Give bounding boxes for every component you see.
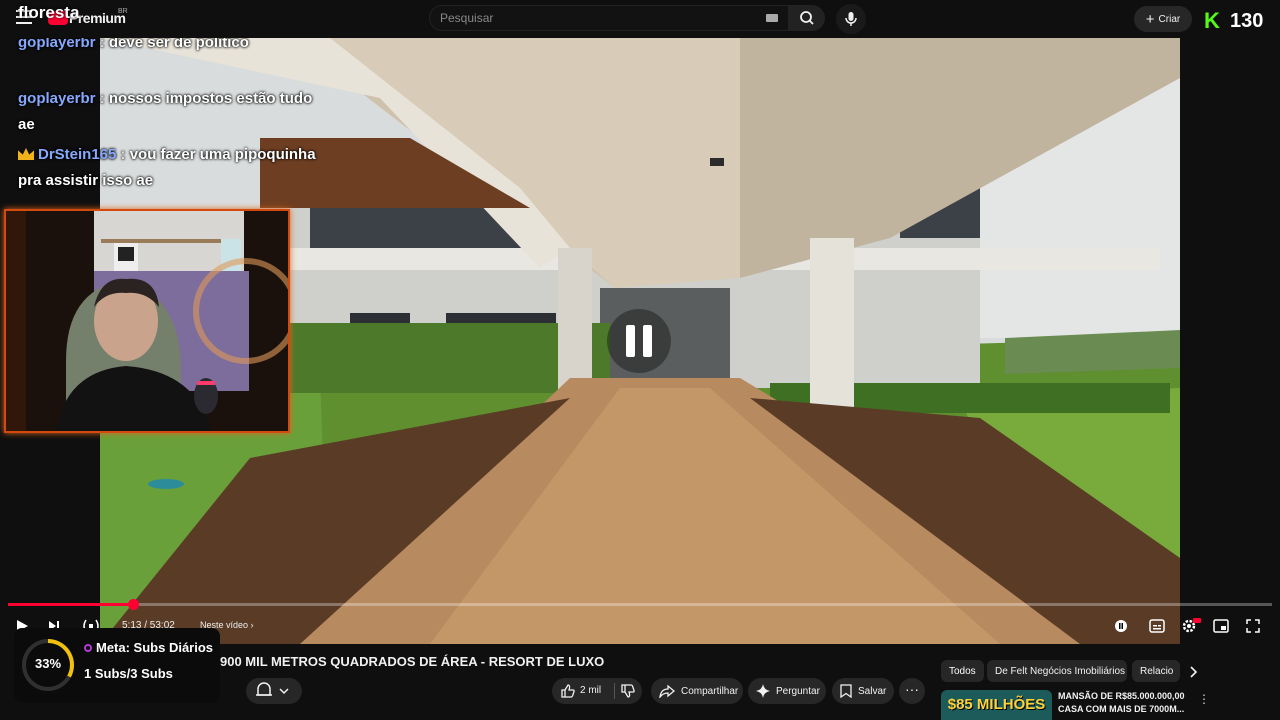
chat-message: DrStein165 : vou fazer uma pipoquinha pr… <box>18 142 318 194</box>
chip-todos[interactable]: Todos <box>941 660 984 682</box>
search-box <box>429 5 789 31</box>
share-icon <box>659 684 675 698</box>
save-label: Salvar <box>858 685 887 697</box>
like-divider <box>614 683 615 699</box>
voice-search-button[interactable] <box>836 4 866 34</box>
goal-progress-text: 1 Subs/3 Subs <box>84 666 173 681</box>
chip-channel[interactable]: De Felt Negócios Imobiliários <box>987 660 1127 682</box>
captions-icon[interactable] <box>1149 619 1165 633</box>
channel-overlay-name: floresta <box>18 3 80 22</box>
ask-button[interactable]: Perguntar <box>748 678 826 704</box>
chat-username: goplayerbr <box>18 90 96 107</box>
kick-viewer-count: 130 <box>1230 10 1264 32</box>
recommendation-thumbnail[interactable]: $85 MILHÕES <box>941 690 1052 720</box>
like-icon[interactable] <box>560 683 576 699</box>
fullscreen-icon[interactable] <box>1246 619 1260 633</box>
crown-icon <box>18 148 34 160</box>
top-header: Premium BR + Criar K 130 <box>0 0 1280 38</box>
autoplay-toggle-icon[interactable] <box>1114 619 1128 633</box>
subs-goal-widget: 33% Meta: Subs Diários 1 Subs/3 Subs <box>14 628 220 702</box>
goal-dot-icon <box>84 644 92 652</box>
chat-message: goplayerbr : nossos impostos estão tudo … <box>18 86 318 138</box>
save-button[interactable]: Salvar <box>832 678 894 704</box>
share-button[interactable]: Compartilhar <box>651 678 743 704</box>
youtube-watch-page: Premium BR + Criar K 130 floresta <box>0 0 1280 720</box>
pause-icon <box>626 325 652 357</box>
mic-icon <box>845 12 857 26</box>
goal-title: Meta: Subs Diários <box>84 640 213 655</box>
kebab-menu-icon[interactable]: ⋮ <box>1198 692 1210 706</box>
keyboard-icon[interactable] <box>766 14 778 22</box>
bell-icon <box>256 682 289 696</box>
like-dislike-group: 2 mil <box>552 678 642 704</box>
chip-related[interactable]: Relacio <box>1132 660 1180 682</box>
chat-separator: : <box>95 90 109 107</box>
more-actions-icon[interactable]: ··· <box>899 678 925 704</box>
progress-fill <box>8 603 133 606</box>
recommendation-title[interactable]: MANSÃO DE R$85.000.000,00 CASA COM MAIS … <box>1058 690 1190 716</box>
settings-icon[interactable] <box>1181 617 1201 635</box>
search-icon <box>800 11 814 25</box>
sparkle-icon <box>756 684 770 698</box>
webcam-overlay <box>4 209 290 433</box>
bookmark-icon <box>840 684 852 698</box>
plus-icon: + <box>1145 10 1155 28</box>
chevron-right-icon[interactable] <box>1186 665 1200 679</box>
pause-button-overlay[interactable] <box>607 309 671 373</box>
video-title: 900 MIL METROS QUADRADOS DE ÁREA - RESOR… <box>220 654 605 669</box>
progress-bar[interactable] <box>8 599 1272 610</box>
logo-region: BR <box>118 8 128 15</box>
goal-percent: 33% <box>34 656 62 671</box>
search-input[interactable] <box>430 6 750 30</box>
chat-separator: : <box>116 146 130 163</box>
search-button[interactable] <box>789 5 825 31</box>
ask-label: Perguntar <box>776 685 820 697</box>
dislike-icon[interactable] <box>620 683 636 699</box>
miniplayer-icon[interactable] <box>1213 619 1229 633</box>
like-count: 2 mil <box>580 685 602 696</box>
share-label: Compartilhar <box>681 685 739 697</box>
create-button[interactable]: + Criar <box>1134 6 1192 32</box>
thumbnail-text: $85 MILHÕES <box>947 696 1046 713</box>
subscription-bell-button[interactable] <box>246 678 302 704</box>
progress-scrubber[interactable] <box>127 599 139 610</box>
streamer-webcam-illustration <box>6 211 288 431</box>
goal-title-text: Meta: Subs Diários <box>96 640 214 655</box>
create-label: Criar <box>1158 13 1181 25</box>
kick-logo: K <box>1204 8 1220 33</box>
chat-username: DrStein165 <box>38 146 117 163</box>
